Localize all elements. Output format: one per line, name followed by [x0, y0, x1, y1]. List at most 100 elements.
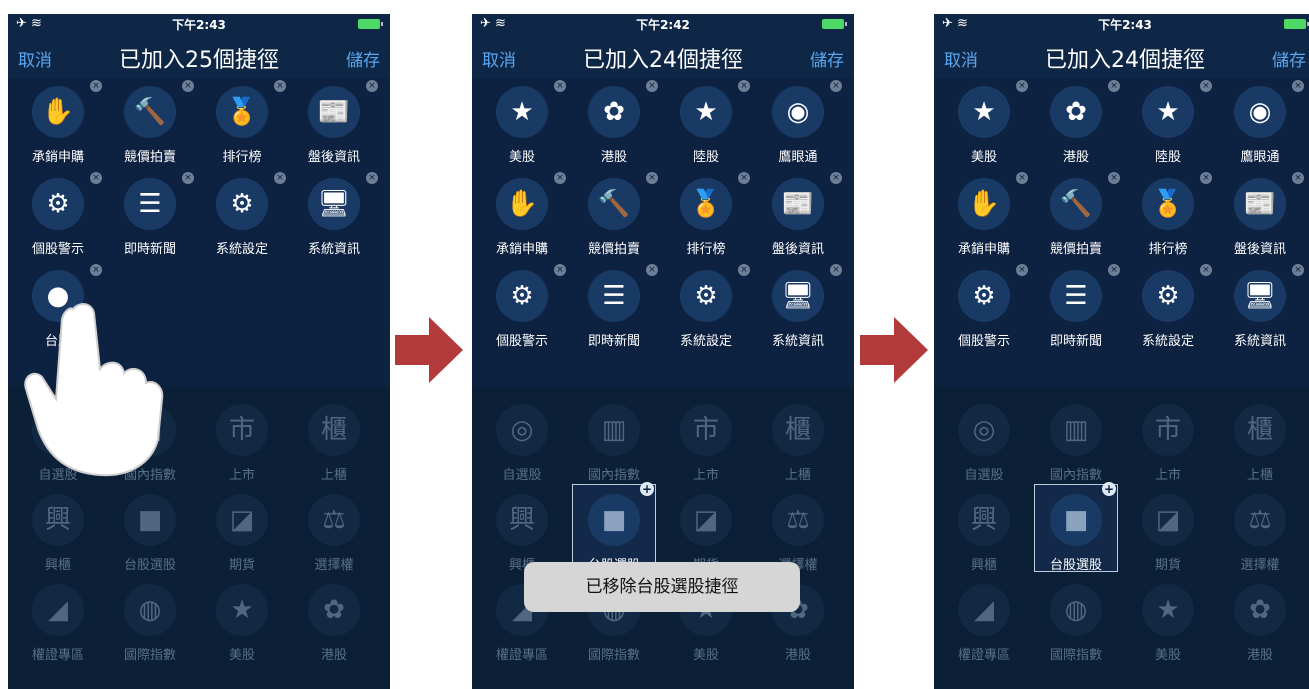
available-shortcut[interactable]: 櫃上櫃 [752, 398, 844, 488]
shortcut-tile[interactable]: 🔨 競價拍賣 × [104, 80, 196, 170]
remove-icon[interactable]: × [1016, 172, 1028, 184]
available-shortcut[interactable]: 興興櫃 [12, 488, 104, 578]
remove-icon[interactable]: × [830, 264, 842, 276]
shortcut-tile[interactable]: ✋ 承銷申購 × [12, 80, 104, 170]
shortcut-tile[interactable]: 🔨 競價拍賣 × [568, 172, 660, 262]
shortcut-tile[interactable]: ⚙ 個股警示 × [938, 264, 1030, 354]
shortcut-tile[interactable]: ✋ 承銷申購 × [476, 172, 568, 262]
remove-icon[interactable]: × [366, 172, 378, 184]
available-shortcut[interactable]: ▥ 國內指數 [568, 398, 660, 488]
remove-icon[interactable]: × [1292, 264, 1304, 276]
remove-icon[interactable]: × [90, 172, 102, 184]
available-shortcut[interactable]: 櫃上櫃 [288, 398, 380, 488]
available-shortcut[interactable]: ✿ 港股 [1214, 578, 1306, 668]
shortcut-tile[interactable]: 🏅 排行榜 × [196, 80, 288, 170]
shortcut-tile[interactable]: ✿ 港股 × [1030, 80, 1122, 170]
shortcut-tile[interactable]: ☰ 即時新聞 × [1030, 264, 1122, 354]
remove-icon[interactable]: × [182, 80, 194, 92]
remove-icon[interactable]: × [1108, 80, 1120, 92]
available-shortcut[interactable]: ◎ 自選股 [476, 398, 568, 488]
remove-icon[interactable]: × [182, 172, 194, 184]
remove-icon[interactable]: × [274, 172, 286, 184]
remove-icon[interactable]: × [366, 80, 378, 92]
shortcut-icon: ◍ [1050, 584, 1102, 636]
available-shortcut[interactable]: 興興櫃 [938, 488, 1030, 578]
save-button[interactable]: 儲存 [810, 46, 844, 71]
remove-icon[interactable]: × [554, 172, 566, 184]
add-icon[interactable]: + [640, 482, 654, 496]
remove-icon[interactable]: × [1200, 172, 1212, 184]
remove-icon[interactable]: × [646, 172, 658, 184]
shortcut-tile[interactable]: ◉ 鷹眼通 × [752, 80, 844, 170]
remove-icon[interactable]: × [1016, 264, 1028, 276]
available-shortcut[interactable]: ◢ 權證專區 [938, 578, 1030, 668]
remove-icon[interactable]: × [738, 172, 750, 184]
shortcut-tile[interactable]: ⚙ 個股警示 × [12, 172, 104, 262]
remove-icon[interactable]: × [1292, 172, 1304, 184]
available-shortcut[interactable]: ★ 美股 [196, 578, 288, 668]
shortcut-tile[interactable]: ★ 美股 × [938, 80, 1030, 170]
available-shortcut[interactable]: 櫃上櫃 [1214, 398, 1306, 488]
shortcut-tile[interactable]: ☰ 即時新聞 × [568, 264, 660, 354]
available-shortcut[interactable]: ⚖ 選擇權 [1214, 488, 1306, 578]
save-button[interactable]: 儲存 [1272, 46, 1306, 71]
remove-icon[interactable]: × [830, 172, 842, 184]
available-shortcut[interactable]: ⚖ 選擇權 [288, 488, 380, 578]
remove-icon[interactable]: × [90, 264, 102, 276]
shortcut-tile[interactable]: ✋ 承銷申購 × [938, 172, 1030, 262]
available-shortcut[interactable]: ◍ 國際指數 [1030, 578, 1122, 668]
remove-icon[interactable]: × [1108, 172, 1120, 184]
shortcut-tile[interactable]: 📰 盤後資訊 × [752, 172, 844, 262]
shortcut-label: 系統資訊 [307, 242, 360, 257]
remove-icon[interactable]: × [1292, 80, 1304, 92]
add-icon[interactable]: + [1102, 482, 1116, 496]
remove-icon[interactable]: × [554, 80, 566, 92]
available-shortcut[interactable]: ✿ 港股 [288, 578, 380, 668]
remove-icon[interactable]: × [738, 264, 750, 276]
available-shortcut[interactable]: 市上市 [660, 398, 752, 488]
shortcut-tile[interactable]: 📰 盤後資訊 × [1214, 172, 1306, 262]
shortcut-tile[interactable]: 🖥 系統資訊 × [1214, 264, 1306, 354]
remove-icon[interactable]: × [90, 80, 102, 92]
shortcut-tile[interactable]: 📰 盤後資訊 × [288, 80, 380, 170]
shortcut-tile[interactable]: ⚙ 系統設定 × [1122, 264, 1214, 354]
shortcut-label: 承銷申購 [31, 150, 84, 165]
available-shortcut[interactable]: 市上市 [1122, 398, 1214, 488]
remove-icon[interactable]: × [1200, 264, 1212, 276]
remove-icon[interactable]: × [830, 80, 842, 92]
remove-icon[interactable]: × [738, 80, 750, 92]
available-shortcut[interactable]: ◪ 期貨 [196, 488, 288, 578]
shortcut-tile[interactable]: ★ 美股 × [476, 80, 568, 170]
available-shortcut[interactable]: ◢ 權證專區 [12, 578, 104, 668]
remove-icon[interactable]: × [554, 264, 566, 276]
available-shortcut[interactable]: ★ 美股 [1122, 578, 1214, 668]
save-button[interactable]: 儲存 [346, 46, 380, 71]
remove-icon[interactable]: × [1200, 80, 1212, 92]
shortcut-tile[interactable]: ⚙ 個股警示 × [476, 264, 568, 354]
shortcut-label: 個股警示 [495, 334, 548, 349]
shortcut-tile[interactable]: ⚙ 系統設定 × [196, 172, 288, 262]
shortcut-tile[interactable]: 🖥 系統資訊 × [752, 264, 844, 354]
shortcut-tile[interactable]: 🏅 排行榜 × [1122, 172, 1214, 262]
remove-icon[interactable]: × [274, 80, 286, 92]
shortcut-tile[interactable]: ☰ 即時新聞 × [104, 172, 196, 262]
available-shortcut[interactable]: ◪ 期貨 [1122, 488, 1214, 578]
shortcut-tile[interactable]: ✿ 港股 × [568, 80, 660, 170]
shortcut-tile[interactable]: ⚙ 系統設定 × [660, 264, 752, 354]
shortcut-tile[interactable]: ★ 陸股 × [1122, 80, 1214, 170]
available-shortcut[interactable]: ◎ 自選股 [938, 398, 1030, 488]
available-shortcut[interactable]: ■ 台股選股 [104, 488, 196, 578]
available-shortcut[interactable]: ■ 台股選股 + [1030, 482, 1122, 578]
available-shortcut[interactable]: ◍ 國際指數 [104, 578, 196, 668]
remove-icon[interactable]: × [646, 264, 658, 276]
shortcut-tile[interactable]: ◉ 鷹眼通 × [1214, 80, 1306, 170]
shortcut-tile[interactable]: 🖥 系統資訊 × [288, 172, 380, 262]
available-shortcut[interactable]: ▥ 國內指數 [1030, 398, 1122, 488]
shortcut-tile[interactable]: 🔨 競價拍賣 × [1030, 172, 1122, 262]
available-shortcut[interactable]: 市上市 [196, 398, 288, 488]
shortcut-tile[interactable]: 🏅 排行榜 × [660, 172, 752, 262]
shortcut-tile[interactable]: ★ 陸股 × [660, 80, 752, 170]
remove-icon[interactable]: × [1016, 80, 1028, 92]
remove-icon[interactable]: × [646, 80, 658, 92]
remove-icon[interactable]: × [1108, 264, 1120, 276]
